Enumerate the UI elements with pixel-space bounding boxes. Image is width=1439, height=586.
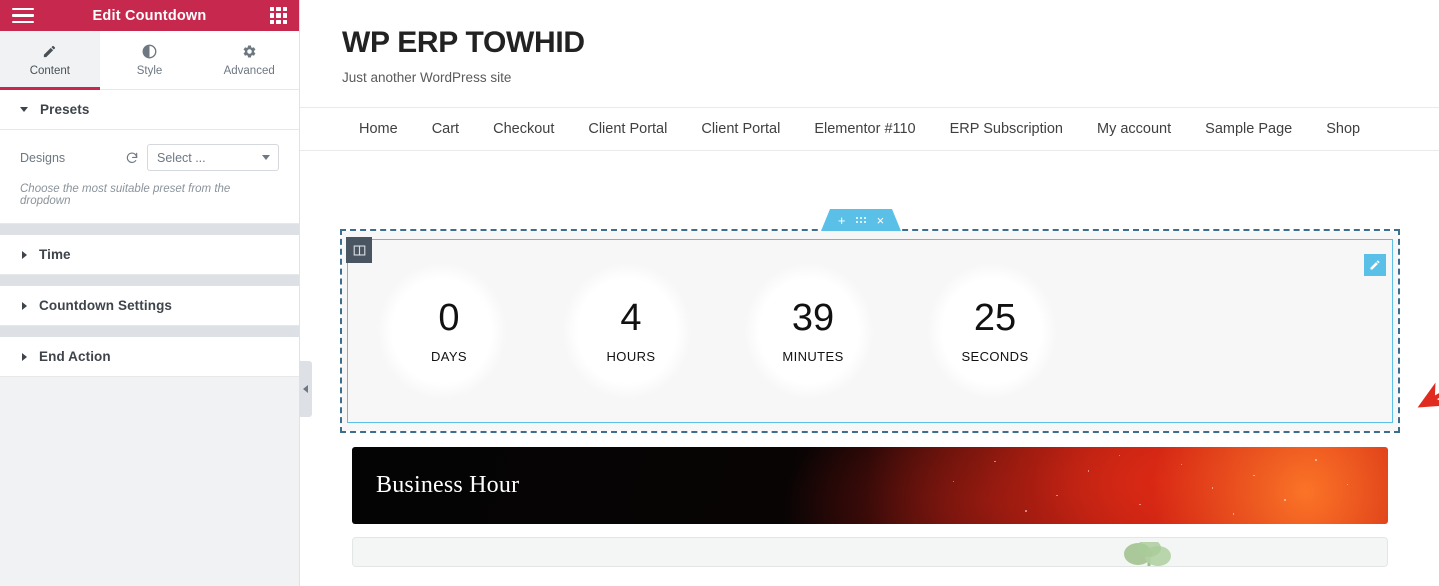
refresh-icon[interactable]: [125, 151, 147, 165]
nav-item-client-portal-1[interactable]: Client Portal: [571, 121, 684, 137]
countdown-hours-label: HOURS: [606, 348, 656, 364]
countdown-item-days: 0 DAYS: [358, 299, 540, 364]
pencil-icon: [42, 43, 57, 60]
tab-style[interactable]: Style: [99, 31, 200, 89]
elementor-editor: Edit Countdown Content Style Advanced Pr…: [0, 0, 1439, 586]
chevron-down-icon: [20, 107, 28, 112]
nav-item-shop[interactable]: Shop: [1309, 121, 1377, 137]
section-time[interactable]: Time: [0, 235, 299, 275]
site-title: WP ERP TOWHID: [342, 26, 585, 59]
panel-divider: [0, 224, 299, 235]
red-pointer-arrow: [1417, 382, 1439, 408]
designs-select[interactable]: Select ...: [147, 144, 279, 171]
elementor-panel: Edit Countdown Content Style Advanced Pr…: [0, 0, 312, 586]
section-toolbar: + ×: [821, 209, 901, 231]
chevron-left-icon: [303, 385, 308, 393]
countdown-item-hours: 4 HOURS: [540, 299, 722, 364]
nav-item-sample-page[interactable]: Sample Page: [1188, 121, 1309, 137]
half-circle-contrast-icon: [142, 43, 157, 60]
close-section-icon[interactable]: ×: [877, 214, 885, 227]
nav-item-elementor-110[interactable]: Elementor #110: [797, 121, 932, 137]
grid-apps-icon[interactable]: [270, 7, 287, 24]
section-presets-title: Presets: [40, 102, 90, 117]
business-hour-banner[interactable]: Business Hour: [352, 447, 1388, 524]
tab-advanced[interactable]: Advanced: [199, 31, 300, 89]
nav-item-home[interactable]: Home: [342, 121, 415, 137]
presets-controls: Designs Select ... Choose the most suita…: [0, 130, 299, 224]
banner-starfield: [352, 447, 1388, 524]
panel-body: Presets Designs Select ... Choose the mo…: [0, 90, 299, 586]
tab-style-label: Style: [136, 65, 163, 77]
countdown-hours-value: 4: [620, 296, 642, 339]
countdown-widget: 0 DAYS 4 HOURS 39 MINUTES 25 SECONDS: [348, 240, 1392, 422]
countdown-seconds-label: SECONDS: [961, 348, 1029, 364]
editor-canvas: + × 0 DAYS 4 HOURS 39 MINUTES 25 SECONDS…: [300, 151, 1439, 567]
countdown-minutes-value: 39: [791, 296, 835, 339]
tab-content-label: Content: [29, 65, 70, 77]
designs-label: Designs: [20, 150, 66, 165]
next-section-preview[interactable]: [352, 537, 1388, 567]
countdown-item-minutes: 39 MINUTES: [722, 299, 904, 364]
tab-content[interactable]: Content: [0, 31, 100, 90]
gear-icon: [242, 43, 257, 60]
page-preview: WP ERP TOWHID Just another WordPress sit…: [300, 0, 1439, 586]
section-time-title: Time: [39, 247, 71, 262]
panel-collapse-arrow[interactable]: [299, 361, 312, 417]
countdown-days-label: DAYS: [430, 348, 468, 364]
panel-divider: [0, 326, 299, 337]
chevron-right-icon: [22, 301, 27, 310]
panel-tabs: Content Style Advanced: [0, 31, 300, 90]
leaf-icon: [1124, 542, 1171, 566]
chevron-right-icon: [22, 352, 27, 361]
site-tagline: Just another WordPress site: [342, 70, 512, 85]
site-header: WP ERP TOWHID Just another WordPress sit…: [300, 0, 1439, 85]
site-navigation: Home Cart Checkout Client Portal Client …: [300, 107, 1439, 151]
countdown-section[interactable]: + × 0 DAYS 4 HOURS 39 MINUTES 25 SECONDS: [340, 209, 1400, 433]
chevron-right-icon: [22, 250, 27, 259]
presets-hint: Choose the most suitable preset from the…: [20, 183, 231, 207]
section-countdown-settings[interactable]: Countdown Settings: [0, 286, 299, 326]
nav-item-erp-subscription[interactable]: ERP Subscription: [933, 121, 1080, 137]
nav-item-checkout[interactable]: Checkout: [476, 121, 571, 137]
countdown-minutes-label: MINUTES: [782, 348, 844, 364]
countdown-days-value: 0: [438, 296, 460, 339]
panel-header: Edit Countdown: [0, 0, 299, 31]
countdown-seconds-value: 25: [973, 296, 1017, 339]
nav-item-cart[interactable]: Cart: [415, 121, 476, 137]
panel-title: Edit Countdown: [92, 7, 207, 24]
column-layout-icon[interactable]: [346, 237, 372, 263]
pencil-edit-icon[interactable]: [1364, 254, 1386, 276]
nav-item-client-portal-2[interactable]: Client Portal: [684, 121, 797, 137]
section-presets[interactable]: Presets: [0, 90, 299, 130]
hamburger-icon[interactable]: [12, 7, 34, 24]
section-end-action-title: End Action: [39, 349, 111, 364]
countdown-item-seconds: 25 SECONDS: [904, 299, 1086, 364]
panel-divider: [0, 275, 299, 286]
tab-advanced-label: Advanced: [223, 65, 275, 77]
section-countdown-settings-title: Countdown Settings: [39, 298, 173, 313]
nav-item-my-account[interactable]: My account: [1080, 121, 1188, 137]
countdown-column[interactable]: 0 DAYS 4 HOURS 39 MINUTES 25 SECONDS: [347, 239, 1393, 423]
drag-dots-icon[interactable]: [856, 217, 866, 223]
section-end-action[interactable]: End Action: [0, 337, 299, 377]
add-section-icon[interactable]: +: [838, 214, 846, 227]
